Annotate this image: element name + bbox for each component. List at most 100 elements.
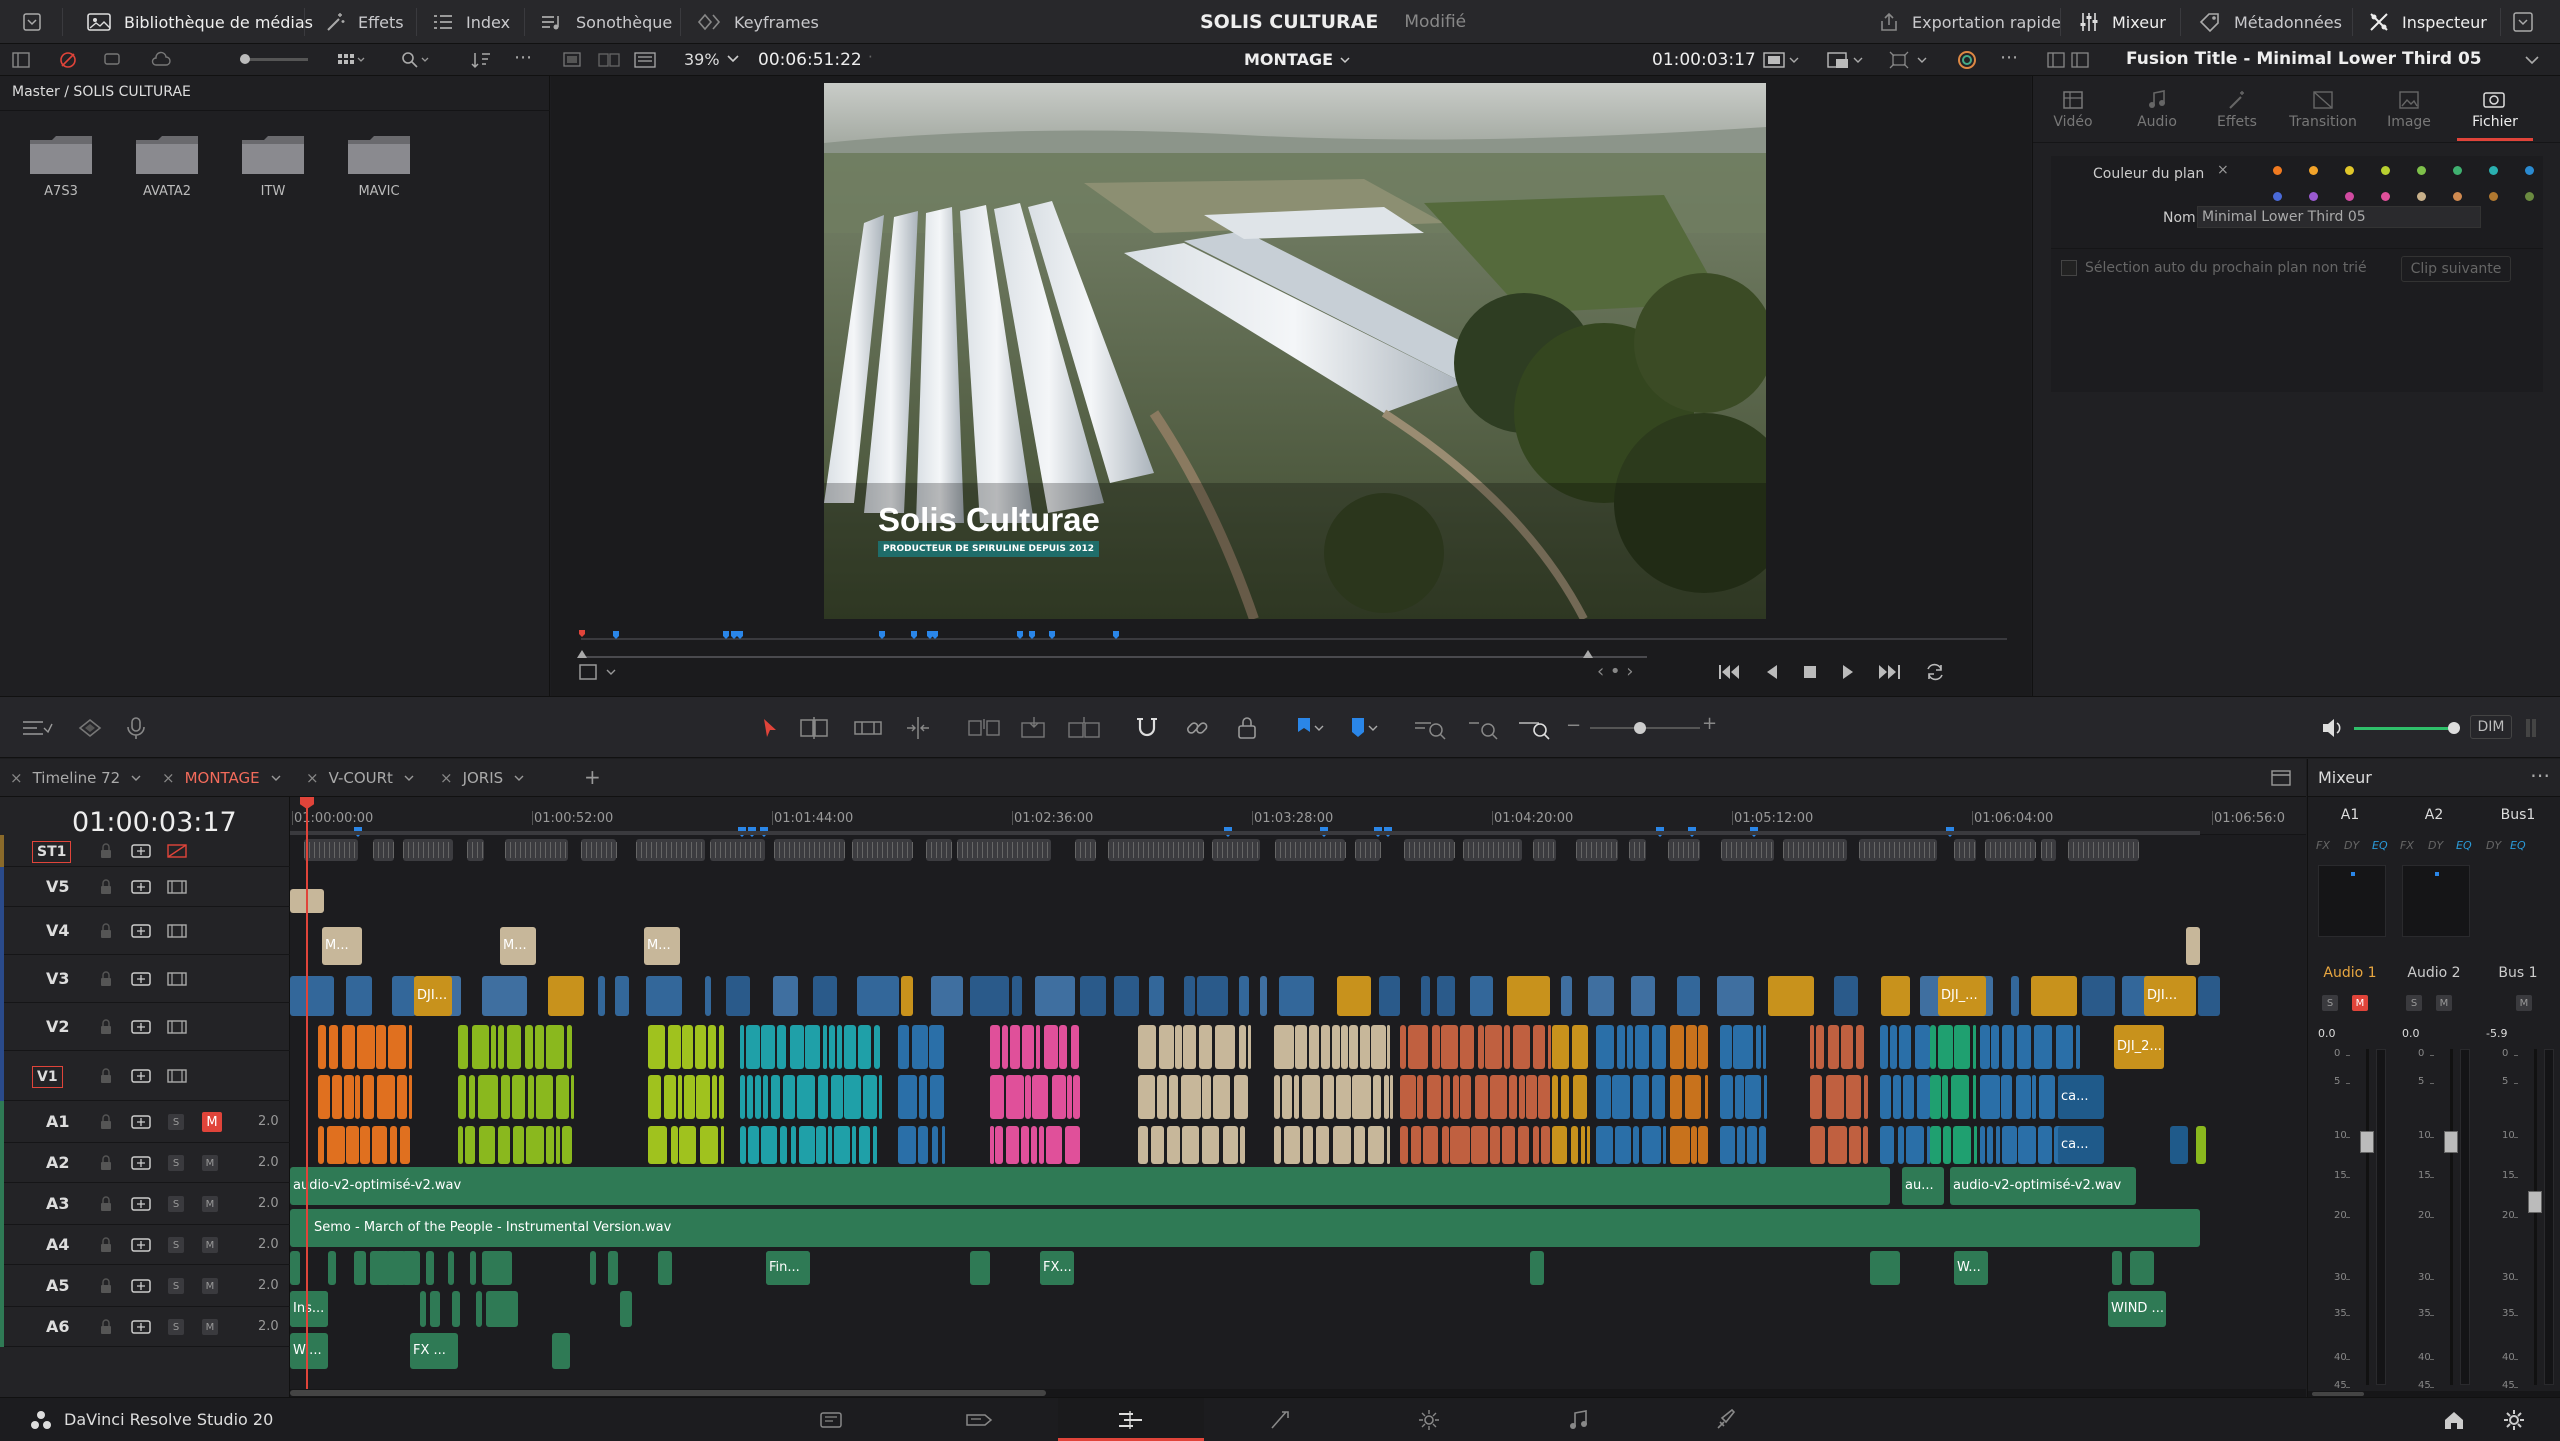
marker[interactable]: [1017, 631, 1023, 639]
audio-clip[interactable]: [525, 1126, 544, 1164]
video-clip[interactable]: [1526, 1075, 1537, 1119]
mixer-mute-button[interactable]: M: [2516, 995, 2532, 1011]
audio-clip[interactable]: [389, 1126, 398, 1164]
viewer-layout-icon[interactable]: [562, 50, 582, 70]
fader-handle[interactable]: [2528, 1191, 2542, 1213]
audio-clip[interactable]: [1906, 1126, 1924, 1164]
video-clip[interactable]: [507, 1025, 521, 1069]
video-clip[interactable]: [1389, 1075, 1393, 1119]
full-zoom-icon[interactable]: [1412, 715, 1448, 741]
video-clip[interactable]: [1881, 976, 1910, 1016]
video-clip[interactable]: [1951, 1075, 1970, 1119]
lock-track-icon[interactable]: [98, 1113, 114, 1131]
video-clip[interactable]: [1840, 1025, 1853, 1069]
clip-color-swatch[interactable]: [2273, 166, 2282, 175]
audio-clip[interactable]: [354, 1251, 366, 1285]
lock-track-icon[interactable]: [98, 1154, 114, 1172]
video-clip[interactable]: [545, 1025, 565, 1069]
audio-track-name[interactable]: A5: [46, 1276, 70, 1295]
video-clip[interactable]: [2038, 1075, 2055, 1119]
video-clip[interactable]: [1336, 976, 1372, 1016]
folder-avata2[interactable]: AVATA2: [122, 132, 212, 199]
audio-clip[interactable]: [1670, 1126, 1690, 1164]
video-clip[interactable]: [1685, 1075, 1702, 1119]
viewer-timecode[interactable]: 01:00:03:17: [1652, 50, 1756, 70]
viewer-scrubber[interactable]: [577, 628, 2007, 676]
video-clip[interactable]: [1282, 1075, 1292, 1119]
name-field[interactable]: Minimal Lower Third 05: [2197, 206, 2481, 228]
video-clip[interactable]: [1503, 1025, 1510, 1069]
title-clip[interactable]: [2186, 927, 2200, 965]
video-clip[interactable]: [1247, 1025, 1251, 1069]
track-header[interactable]: A1 S M 2.0: [0, 1101, 290, 1143]
video-clip[interactable]: [328, 1025, 338, 1069]
auto-track-select-icon[interactable]: [130, 1018, 152, 1036]
video-clip[interactable]: [970, 976, 1010, 1016]
video-clip[interactable]: [844, 1075, 861, 1119]
video-clip[interactable]: [1685, 1025, 1697, 1069]
video-clip[interactable]: [1323, 1075, 1334, 1119]
video-clip[interactable]: [929, 1025, 944, 1069]
audio-clip[interactable]: [1540, 1126, 1550, 1164]
close-icon[interactable]: ×: [10, 769, 23, 787]
audio-clip[interactable]: [400, 1126, 410, 1164]
viewer-frame[interactable]: Solis Culturae PRODUCTEUR DE SPIRULINE D…: [824, 83, 1766, 619]
video-clip[interactable]: [683, 1075, 696, 1119]
video-clip[interactable]: [2031, 976, 2077, 1016]
video-clip[interactable]: [1735, 1075, 1744, 1119]
video-clip[interactable]: ca...: [2058, 1075, 2104, 1119]
zoom-out-icon[interactable]: −: [1566, 715, 1581, 736]
auto-track-select-icon[interactable]: [130, 1067, 152, 1085]
audio-clip[interactable]: [545, 1126, 554, 1164]
video-clip[interactable]: [990, 1075, 1005, 1119]
audio-clip[interactable]: [898, 1126, 916, 1164]
detail-zoom-icon[interactable]: [1466, 715, 1502, 741]
timeline-timecode[interactable]: 01:00:03:17: [72, 807, 237, 838]
audio-clip[interactable]: [478, 1126, 495, 1164]
marker[interactable]: [1049, 631, 1055, 639]
cinema-viewer-icon[interactable]: [634, 50, 656, 70]
chevron-down-icon[interactable]: [130, 772, 142, 784]
video-clip[interactable]: [1538, 1075, 1550, 1119]
audio-clip[interactable]: [1450, 1126, 1470, 1164]
auto-track-select-icon[interactable]: [130, 1236, 152, 1254]
inspector-toggle-button[interactable]: Inspecteur: [2368, 0, 2487, 44]
audio-clip[interactable]: Semo - March of the People - Instrumenta…: [290, 1209, 2200, 1247]
audio-clip[interactable]: [555, 1126, 561, 1164]
video-clip[interactable]: [990, 1025, 1000, 1069]
audio-clip[interactable]: [1980, 1126, 1986, 1164]
audio-clip[interactable]: [995, 1126, 1003, 1164]
mute-button[interactable]: M: [202, 1112, 222, 1132]
audio-clip[interactable]: [1167, 1126, 1180, 1164]
voice-over-icon[interactable]: [124, 715, 150, 741]
insert-clip-icon[interactable]: [966, 715, 1002, 741]
video-clip[interactable]: [1197, 976, 1229, 1016]
video-clip[interactable]: [500, 1075, 510, 1119]
video-clip[interactable]: [1616, 1025, 1626, 1069]
folder-itw[interactable]: ITW: [228, 132, 318, 199]
mute-button[interactable]: M: [202, 1319, 218, 1335]
clip-color-swatch[interactable]: [2417, 192, 2426, 201]
audio-clip[interactable]: [1691, 1126, 1698, 1164]
audio-clip[interactable]: [858, 1126, 871, 1164]
video-clip[interactable]: [376, 1025, 386, 1069]
audio-clip[interactable]: [1698, 1126, 1708, 1164]
timeline-view-options-icon[interactable]: [20, 717, 54, 739]
crop-icon[interactable]: [577, 661, 621, 683]
audio-clip[interactable]: W...: [1954, 1251, 1988, 1285]
fusion-page-icon[interactable]: [1268, 1408, 1294, 1432]
video-clip[interactable]: [1880, 1075, 1891, 1119]
mute-button[interactable]: M: [202, 1155, 218, 1171]
grid-view-icon[interactable]: [336, 50, 366, 70]
audio-clip[interactable]: [1642, 1126, 1661, 1164]
video-clip[interactable]: [344, 1075, 354, 1119]
video-clip[interactable]: [805, 1025, 820, 1069]
search-icon[interactable]: [400, 50, 430, 70]
in-point-marker[interactable]: [577, 650, 587, 658]
audio-clip[interactable]: [452, 1291, 460, 1327]
video-clip[interactable]: [856, 976, 899, 1016]
video-clip[interactable]: [535, 1025, 545, 1069]
audio-clip[interactable]: [1517, 1126, 1529, 1164]
video-clip[interactable]: [1233, 1075, 1248, 1119]
lock-track-icon[interactable]: [98, 922, 114, 940]
